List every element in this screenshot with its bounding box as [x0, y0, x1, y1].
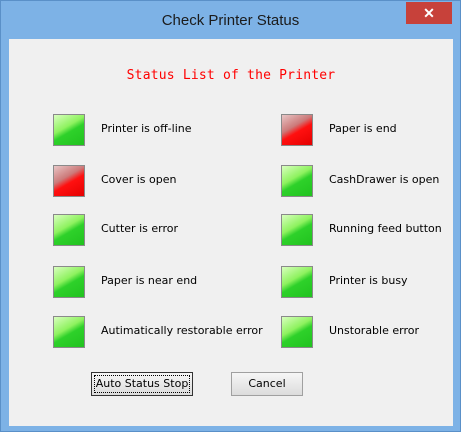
status-label: Unstorable error: [329, 324, 419, 337]
auto-status-stop-button[interactable]: Auto Status Stop: [91, 372, 193, 396]
window-title: Check Printer Status: [161, 12, 300, 29]
cancel-button[interactable]: Cancel: [231, 372, 303, 396]
status-indicator-icon: [53, 114, 85, 146]
status-indicator-icon: [281, 316, 313, 348]
status-label: Printer is off-line: [101, 122, 192, 135]
status-indicator-icon: [281, 114, 313, 146]
status-indicator-icon: [281, 165, 313, 197]
status-indicator-icon: [281, 266, 313, 298]
status-indicator-icon: [281, 214, 313, 246]
status-label: Autimatically restorable error: [101, 324, 263, 337]
close-button[interactable]: ✕: [406, 2, 452, 24]
status-label: Paper is end: [329, 122, 397, 135]
status-label: CashDrawer is open: [329, 173, 440, 186]
status-label: Paper is near end: [101, 274, 198, 287]
status-label: Running feed button: [329, 222, 442, 235]
close-icon: ✕: [423, 5, 435, 21]
status-list-heading: Status List of the Printer: [126, 68, 336, 83]
status-indicator-icon: [53, 165, 85, 197]
status-indicator-icon: [53, 316, 85, 348]
status-label: Printer is busy: [329, 274, 408, 287]
dialog-client-area: Status List of the Printer Printer is of…: [9, 39, 453, 426]
status-label: Cutter is error: [101, 222, 178, 235]
status-indicator-icon: [53, 266, 85, 298]
status-indicator-icon: [53, 214, 85, 246]
status-label: Cover is open: [101, 173, 177, 186]
title-bar[interactable]: Check Printer Status ✕: [1, 1, 460, 39]
dialog-window: Check Printer Status ✕ Status List of th…: [0, 0, 461, 432]
